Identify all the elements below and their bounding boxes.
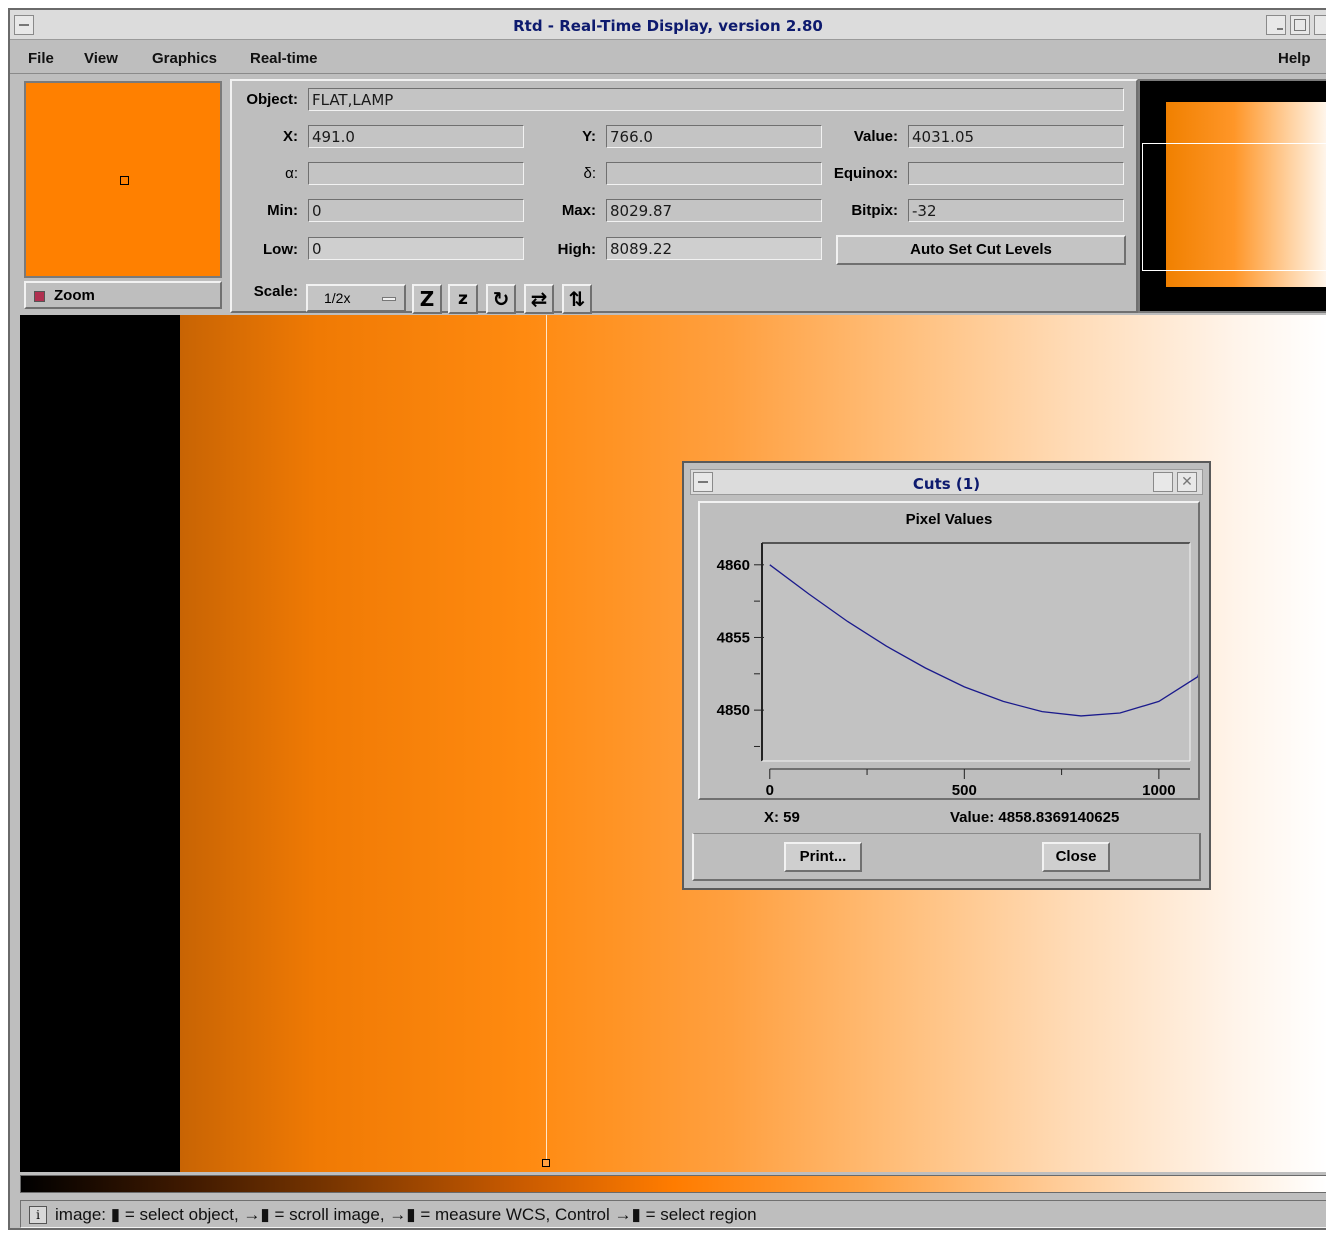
y-tick-label: 4860 [717,557,750,574]
delta-label: δ: [583,165,596,182]
option-menu-indicator-icon [382,297,396,301]
zoom-out-button[interactable]: z [448,284,478,314]
zoom-view[interactable] [24,81,222,278]
cuts-button-bar: Print... Close [692,833,1201,881]
window-titlebar[interactable]: Rtd - Real-Time Display, version 2.80 [10,10,1326,40]
rotate-icon: ↻ [492,287,510,311]
low-label: Low: [263,241,298,258]
print-button[interactable]: Print... [784,842,862,872]
menu-bar: File View Graphics Real-time Help [10,42,1326,74]
zoom-out-icon: z [458,289,468,309]
y-tick-label: 4850 [717,702,750,719]
high-cut-input[interactable]: 8089.22 [606,237,822,260]
minimize-button[interactable] [1266,15,1286,35]
bitpix-field: -32 [908,199,1124,222]
maximize-button[interactable] [1290,15,1310,35]
object-field: FLAT,LAMP [308,88,1124,111]
min-field: 0 [308,199,524,222]
status-bar: i image: ▮ = select object, →▮ = scroll … [20,1200,1326,1228]
dialog-close-icon[interactable]: ✕ [1177,472,1197,492]
rotate-button[interactable]: ↻ [486,284,516,314]
zoom-toggle-button[interactable]: Zoom [24,281,222,309]
y-tick-label: 4855 [717,629,750,646]
value-label: Value: [853,128,898,145]
menu-file[interactable]: File [28,50,54,67]
x-tick-label: 500 [952,782,977,798]
y-label: Y: [582,128,596,145]
image-info-panel: Object: FLAT,LAMP X: 491.0 Y: 766.0 Valu… [230,79,1138,314]
plot-area [762,543,1190,761]
close-button[interactable]: Close [1042,842,1110,872]
flip-y-button[interactable]: ⇅ [562,284,592,314]
max-label: Max: [561,202,596,219]
high-label: High: [557,241,596,258]
close-window-button[interactable] [1314,15,1326,35]
pixel-values-chart[interactable]: 0 500 1000 4850 4855 4860 [700,503,1198,798]
x-readout: X: 59 [764,809,800,826]
value-readout: Value: 4858.8369140625 [950,809,1120,826]
alpha-label: α: [285,165,298,182]
delta-field [606,162,822,185]
x-label: X: [283,128,298,145]
min-label: Min: [267,202,298,219]
cuts-dialog-titlebar[interactable]: Cuts (1) ✕ [690,469,1203,495]
bitpix-label: Bitpix: [851,202,898,219]
status-text: image: ▮ = select object, →▮ = scroll im… [55,1205,757,1224]
equinox-label: Equinox: [833,165,898,182]
zoom-cursor-marker [120,176,129,185]
flip-x-button[interactable]: ⇄ [524,284,554,314]
zoom-in-icon: Z [419,287,435,311]
scale-menu-button[interactable]: 1/2x [306,284,406,312]
pixel-values-plot-frame: Pixel Values 0 500 1000 4850 4855 4860 [698,501,1200,800]
equinox-field [908,162,1124,185]
cuts-dialog: Cuts (1) ✕ Pixel Values 0 500 1000 4850 4855… [682,461,1211,890]
colorbar[interactable] [20,1175,1326,1193]
menu-realtime[interactable]: Real-time [250,50,318,67]
x-field: 491.0 [308,125,524,148]
cuts-readout: X: 59 Value: 4858.8369140625 [684,807,1209,831]
cuts-dialog-title: Cuts (1) [912,475,981,493]
panner-view[interactable] [1138,79,1326,313]
max-field: 8029.87 [606,199,822,222]
zoom-toggle-label: Zoom [54,287,95,304]
object-label: Object: [246,91,298,108]
cut-line[interactable] [546,315,547,1163]
low-cut-input[interactable]: 0 [308,237,524,260]
x-tick-label: 0 [766,782,774,798]
flip-y-icon: ⇅ [568,287,586,311]
dialog-maximize-button[interactable] [1153,472,1173,492]
y-field: 766.0 [606,125,822,148]
menu-help[interactable]: Help [1278,50,1311,67]
panner-view-rectangle[interactable] [1142,143,1326,271]
x-tick-label: 1000 [1142,782,1175,798]
flip-x-icon: ⇄ [530,287,548,311]
zoom-checkbox-indicator [34,291,45,302]
scale-label: Scale: [253,283,298,300]
zoom-in-button[interactable]: Z [412,284,442,314]
scale-value: 1/2x [324,290,351,306]
window-title: Rtd - Real-Time Display, version 2.80 [513,17,823,35]
menu-graphics[interactable]: Graphics [152,50,217,67]
menu-view[interactable]: View [84,50,118,67]
value-field: 4031.05 [908,125,1124,148]
alpha-field [308,162,524,185]
info-icon: i [29,1206,47,1224]
cut-line-handle[interactable] [542,1159,550,1167]
auto-set-cut-levels-button[interactable]: Auto Set Cut Levels [836,235,1126,265]
